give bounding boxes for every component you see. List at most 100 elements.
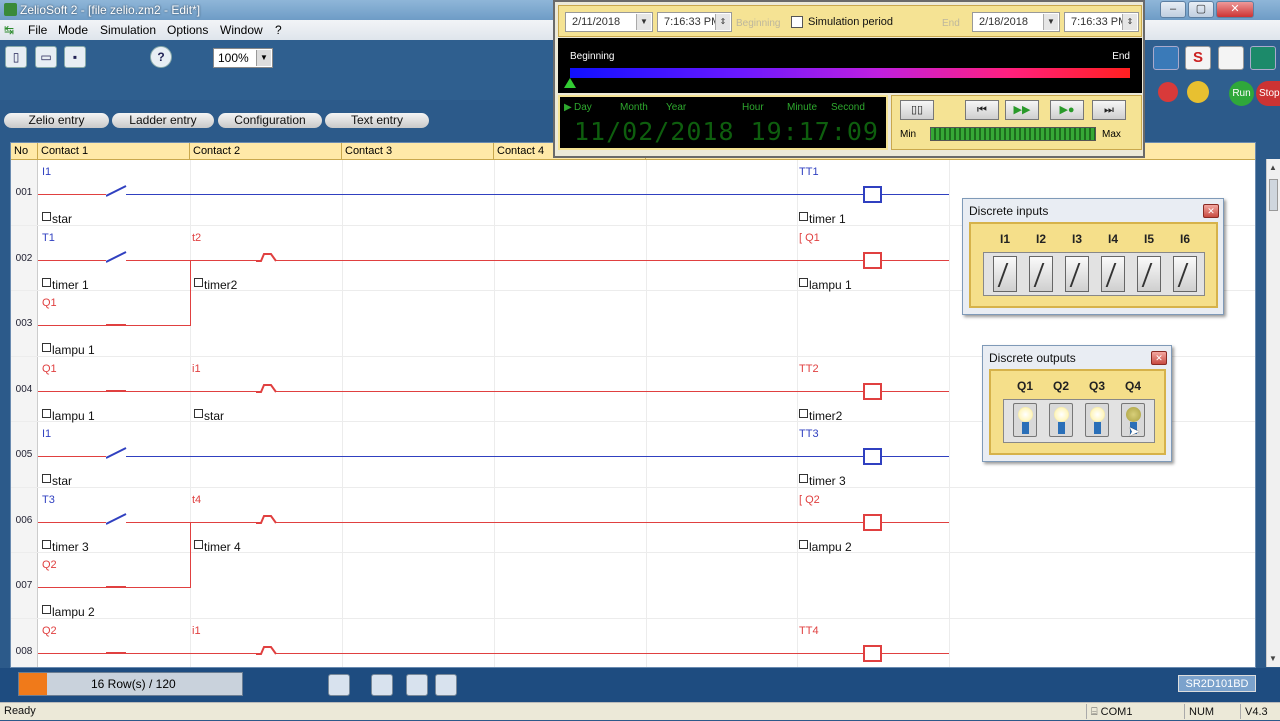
contact-name: timer 3 — [42, 540, 89, 554]
ladder-row[interactable]: 007 Q2 lampu 2 — [11, 553, 1255, 619]
coil-label: TT3 — [799, 428, 819, 440]
menu-help[interactable]: ? — [275, 23, 282, 37]
vertical-scrollbar[interactable]: ▲ ▼ — [1266, 159, 1280, 667]
lamp-on-icon — [1018, 407, 1033, 422]
input-switch-i6[interactable] — [1173, 256, 1197, 292]
menu-file[interactable]: File — [28, 23, 47, 37]
contact-label: Q1 — [42, 362, 57, 375]
open-contact-icon — [106, 324, 126, 326]
run-button[interactable]: Run — [1229, 81, 1254, 106]
contact-name: timer 4 — [194, 540, 241, 554]
input-switch-i3[interactable] — [1065, 256, 1089, 292]
clock-header-day: Day — [574, 102, 592, 113]
contact-label: Q1 — [42, 297, 57, 309]
s-icon[interactable]: S — [1185, 46, 1211, 70]
close-icon[interactable]: ✕ — [1151, 351, 1167, 365]
binoculars-icon[interactable] — [406, 674, 428, 696]
play-to-button[interactable]: ▶● — [1050, 100, 1084, 120]
coil-label: TT2 — [799, 362, 819, 375]
menu-options[interactable]: Options — [167, 23, 208, 37]
contact-label: i1 — [192, 362, 201, 375]
lightning-icon[interactable] — [1187, 81, 1209, 103]
rung-line — [38, 456, 106, 457]
scroll-thumb[interactable] — [1269, 179, 1278, 211]
step-forward-button[interactable]: ⏭ — [1092, 100, 1126, 120]
tab-configuration[interactable]: Configuration — [218, 113, 322, 128]
save-icon[interactable]: ▪ — [64, 46, 86, 68]
function-icon[interactable] — [328, 674, 350, 696]
open-contact-icon — [106, 512, 127, 525]
pause-icon[interactable] — [1158, 82, 1178, 102]
step-back-button[interactable]: ⏮ — [965, 100, 999, 120]
timeline-cursor-icon[interactable] — [564, 78, 576, 88]
minimize-button[interactable]: – — [1160, 1, 1186, 18]
end-date-field[interactable]: 2/18/2018 ▼ — [972, 12, 1060, 32]
lamp-on-icon — [1054, 407, 1069, 422]
open-folder-icon[interactable]: ▭ — [35, 46, 57, 68]
begin-time-field[interactable]: 7:16:33 PM ⇕ — [657, 12, 732, 32]
input-switch-i4[interactable] — [1101, 256, 1125, 292]
contact-label: Q2 — [42, 559, 57, 571]
monitor-icon[interactable] — [1153, 46, 1179, 70]
input-switch-i2[interactable] — [1029, 256, 1053, 292]
tab-ladder-entry[interactable]: Ladder entry — [112, 113, 214, 128]
speed-slider[interactable] — [930, 127, 1096, 141]
help-icon[interactable]: ? — [150, 46, 172, 68]
ready-text: Ready — [4, 705, 36, 717]
input-label: I1 — [999, 232, 1010, 246]
end-date: 2/18/2018 — [979, 16, 1028, 28]
device-icon[interactable] — [371, 674, 393, 696]
coil-icon[interactable] — [863, 382, 882, 400]
closed-contact-icon — [256, 383, 277, 393]
scroll-down-icon[interactable]: ▼ — [1269, 654, 1277, 663]
chevron-down-icon: ▼ — [256, 50, 271, 66]
pause-button[interactable]: ▯▯ — [900, 100, 934, 120]
rung-line — [882, 652, 949, 654]
row-count-indicator: 16 Row(s) / 120 — [18, 672, 243, 696]
tab-zelio-entry[interactable]: Zelio entry — [4, 113, 109, 128]
mdi-icon[interactable]: ↹ — [4, 23, 14, 37]
close-button[interactable]: ✕ — [1216, 1, 1254, 18]
input-switch-i5[interactable] — [1137, 256, 1161, 292]
transport-controls: ▯▯ ⏮ ▶▶ ▶● ⏭ Min Max — [891, 95, 1142, 150]
contact-label: T1 — [42, 231, 55, 244]
new-file-icon[interactable]: ▯ — [5, 46, 27, 68]
maximize-button[interactable]: ▢ — [1188, 1, 1214, 18]
clock-header-year: Year — [666, 102, 687, 113]
simulation-timeline[interactable]: Beginning End — [558, 38, 1142, 93]
menu-window[interactable]: Window — [220, 23, 263, 37]
end-time-field[interactable]: 7:16:33 PM ⇕ — [1064, 12, 1139, 32]
coil-icon[interactable] — [863, 251, 882, 269]
scroll-up-icon[interactable]: ▲ — [1269, 163, 1277, 172]
input-label: I3 — [1071, 232, 1082, 246]
timeline-end-label: End — [1112, 51, 1130, 62]
coil-icon[interactable] — [863, 186, 882, 203]
module-icon[interactable] — [435, 674, 457, 696]
input-switch-i1[interactable] — [993, 256, 1017, 292]
lamp-base — [1058, 422, 1065, 434]
contact-label: I1 — [42, 166, 52, 178]
tab-text-entry[interactable]: Text entry — [325, 113, 429, 128]
menu-mode[interactable]: Mode — [58, 23, 88, 37]
begin-date-field[interactable]: 2/11/2018 ▼ — [565, 12, 653, 32]
search-icon[interactable] — [1218, 46, 1244, 70]
output-label: Q4 — [1124, 379, 1141, 393]
ladder-row[interactable]: 008 Q2 i1 TT4 — [11, 618, 1255, 667]
logo-icon[interactable] — [1250, 46, 1276, 70]
simulation-period-checkbox[interactable] — [791, 16, 803, 28]
timeline-bar[interactable] — [570, 68, 1130, 78]
clock-header-hour: Hour — [742, 102, 764, 113]
zoom-select[interactable]: 100% ▼ — [213, 48, 273, 68]
close-icon[interactable]: ✕ — [1203, 204, 1219, 218]
num-lock-indicator: NUM — [1184, 704, 1240, 719]
output-lamp-q2 — [1049, 403, 1073, 437]
stop-button[interactable]: Stop — [1256, 81, 1280, 106]
menu-simulation[interactable]: Simulation — [100, 23, 156, 37]
coil-icon[interactable] — [863, 513, 882, 531]
row-number: 003 — [11, 291, 38, 356]
fast-forward-button[interactable]: ▶▶ — [1005, 100, 1039, 120]
ladder-row[interactable]: 006 T3 timer 3 t4 timer 4 [ Q2 lampu 2 — [11, 487, 1255, 588]
coil-icon[interactable] — [863, 448, 882, 465]
com-port: COM1 — [1100, 706, 1133, 718]
coil-icon[interactable] — [863, 644, 882, 662]
